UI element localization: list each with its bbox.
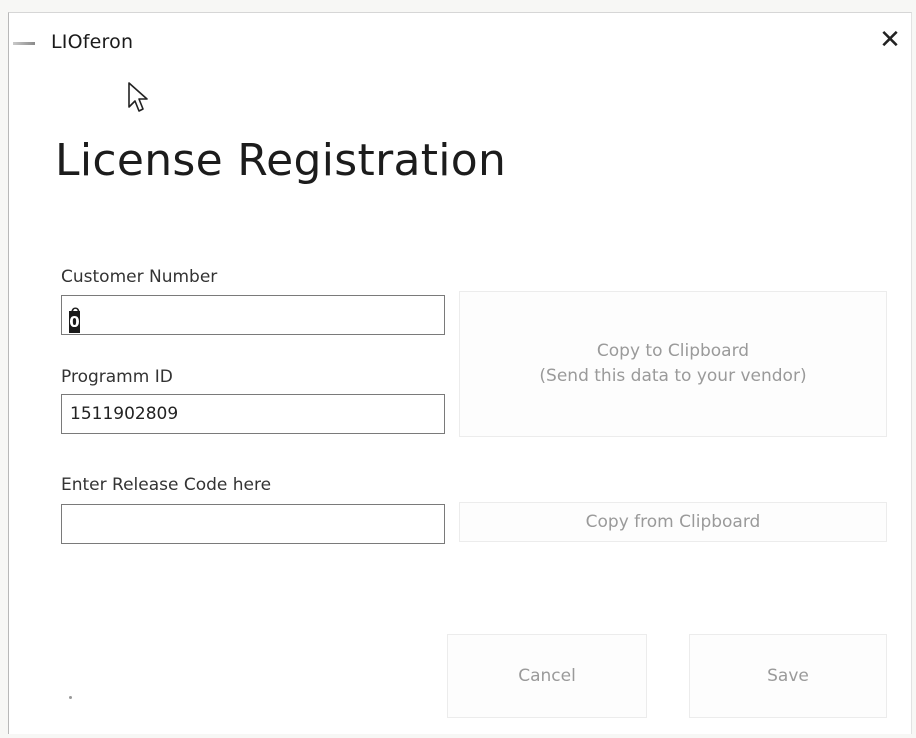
page-title: License Registration (55, 135, 507, 186)
cancel-label: Cancel (518, 665, 576, 686)
license-registration-window: LIOferon ✕ License Registration Customer… (8, 12, 912, 734)
save-button[interactable]: Save (689, 634, 887, 718)
program-id-label: Programm ID (61, 367, 173, 387)
cancel-button[interactable]: Cancel (447, 634, 647, 718)
app-icon (13, 42, 35, 45)
selected-text-highlight: 0 (69, 311, 80, 333)
release-code-label: Enter Release Code here (61, 475, 272, 495)
title-bar: LIOferon ✕ (9, 13, 911, 63)
release-code-input[interactable] (61, 504, 445, 544)
close-icon[interactable]: ✕ (873, 23, 907, 57)
copy-from-clipboard-button[interactable]: Copy from Clipboard (459, 502, 887, 542)
window-title: LIOferon (51, 31, 134, 53)
copy-to-clipboard-label: Copy to Clipboard (596, 341, 750, 362)
customer-number-label: Customer Number (61, 267, 218, 287)
status-dot (69, 696, 72, 699)
mouse-pointer-icon (128, 82, 148, 112)
copy-to-clipboard-hint: (Send this data to your vendor) (539, 366, 807, 386)
program-id-input[interactable] (61, 394, 445, 434)
copy-from-clipboard-label: Copy from Clipboard (585, 511, 761, 532)
customer-number-input[interactable] (61, 295, 445, 335)
copy-to-clipboard-button[interactable]: Copy to Clipboard (Send this data to you… (459, 291, 887, 437)
save-label: Save (767, 665, 809, 686)
